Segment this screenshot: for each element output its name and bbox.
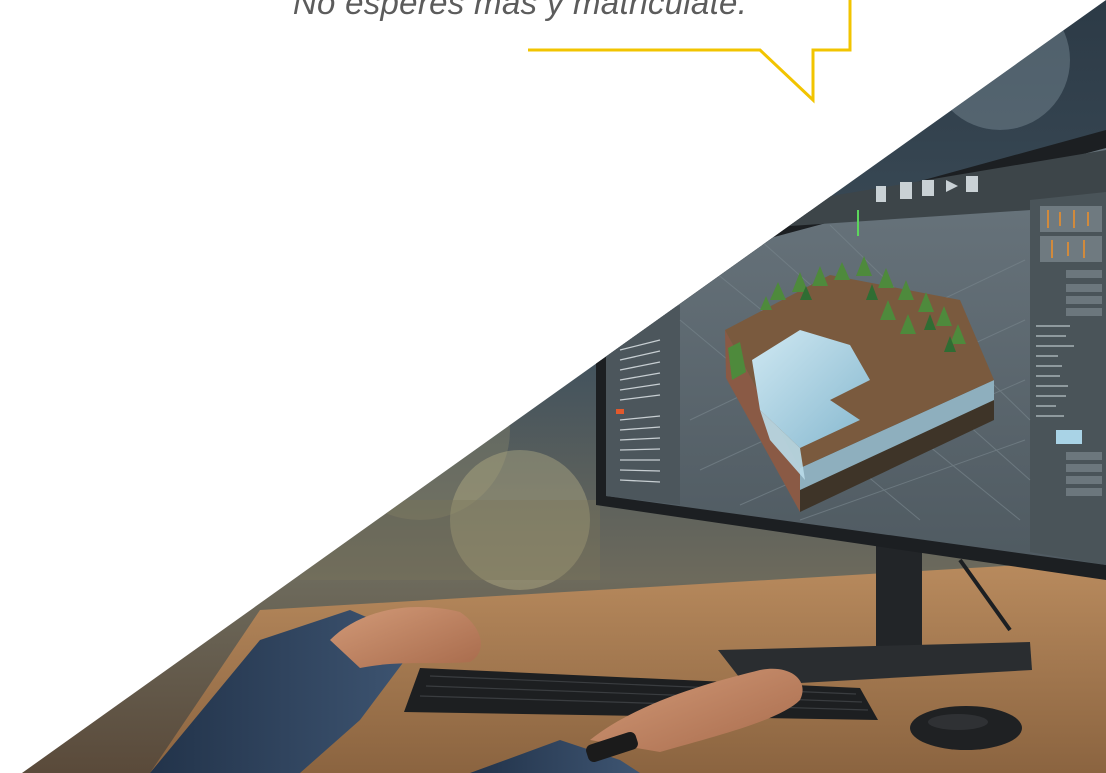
speech-bubble-outline — [528, 0, 852, 104]
monitor-stand — [876, 540, 922, 650]
hero-photo — [22, 0, 1106, 773]
photo-content — [22, 0, 1106, 773]
